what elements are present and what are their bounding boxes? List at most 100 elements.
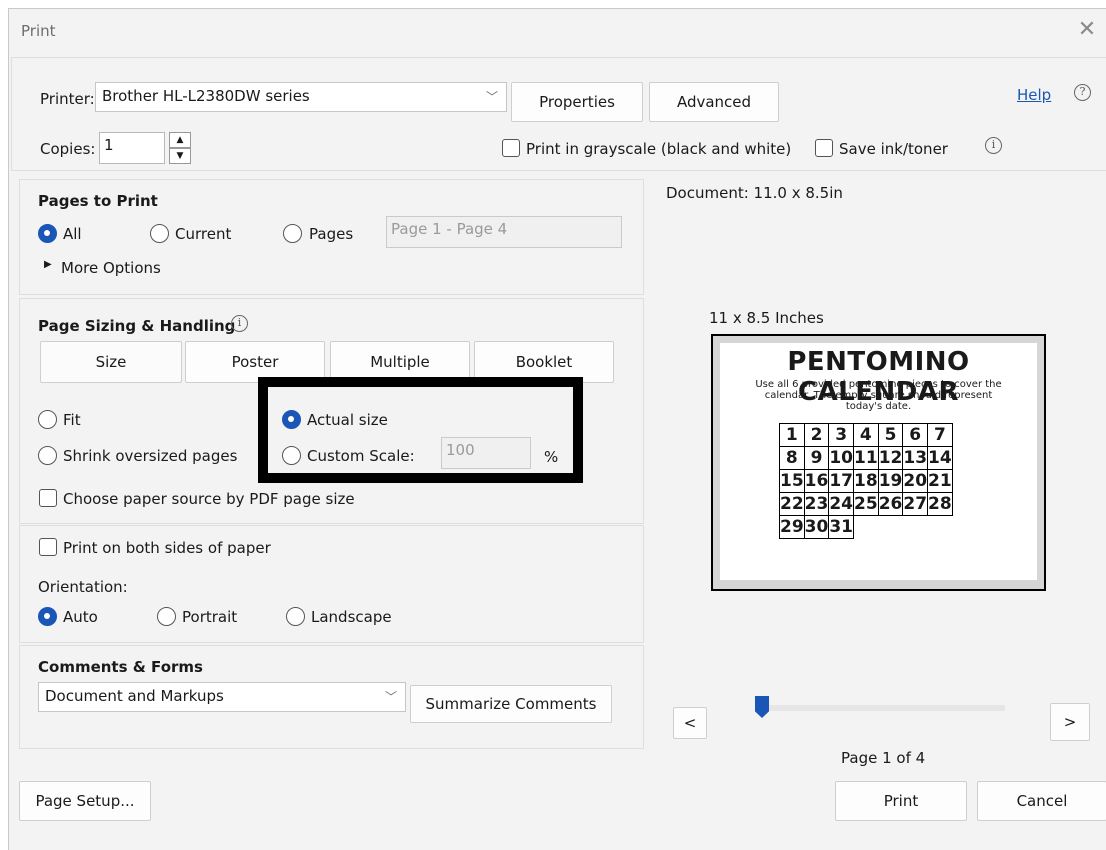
orientation-auto-label: Auto bbox=[63, 608, 98, 626]
highlight-annotation-box bbox=[258, 377, 583, 483]
advanced-button[interactable]: Advanced bbox=[649, 82, 779, 122]
help-link[interactable]: Help bbox=[1017, 86, 1051, 104]
pages-range-label: Pages bbox=[309, 225, 354, 243]
page-preview-content: PENTOMINO CALENDAR Use all 6 provided pe… bbox=[720, 343, 1037, 580]
calendar-day: 20 bbox=[902, 469, 929, 493]
calendar-day: 2 bbox=[803, 423, 830, 447]
grayscale-label: Print in grayscale (black and white) bbox=[526, 140, 792, 158]
calendar-day: 18 bbox=[853, 469, 879, 493]
calendar-empty-cell bbox=[878, 516, 903, 539]
pages-to-print-panel: Pages to Print All Current Pages Page 1 … bbox=[19, 179, 644, 295]
help-question-icon[interactable]: ? bbox=[1074, 84, 1091, 101]
print-button[interactable]: Print bbox=[835, 781, 967, 821]
calendar-row: 1234567 bbox=[779, 423, 953, 447]
comments-forms-select[interactable]: Document and Markups ﹀ bbox=[38, 682, 406, 712]
both-sides-label: Print on both sides of paper bbox=[63, 539, 271, 557]
pages-to-print-title: Pages to Print bbox=[38, 192, 158, 210]
comments-forms-value: Document and Markups bbox=[45, 687, 224, 705]
copies-input[interactable]: 1 bbox=[99, 132, 165, 164]
calendar-day: 17 bbox=[828, 469, 855, 493]
dialog-title: Print bbox=[21, 22, 56, 40]
fit-label: Fit bbox=[63, 411, 81, 429]
copies-increment-button[interactable]: ▲ bbox=[169, 132, 191, 148]
more-options-toggle[interactable]: More Options bbox=[61, 259, 161, 277]
info-icon[interactable]: i bbox=[985, 137, 1002, 154]
orientation-landscape-radio[interactable] bbox=[286, 607, 305, 626]
calendar-empty-cell bbox=[903, 516, 928, 539]
save-ink-label: Save ink/toner bbox=[839, 140, 948, 158]
printer-label: Printer: bbox=[40, 90, 95, 108]
chevron-down-icon: ﹀ bbox=[485, 90, 498, 104]
paper-source-checkbox[interactable] bbox=[39, 489, 57, 507]
summarize-comments-button[interactable]: Summarize Comments bbox=[410, 685, 612, 723]
calendar-row: 22 23 24 25 26 27 28 bbox=[779, 492, 953, 516]
calendar-day: 19 bbox=[877, 469, 904, 493]
calendar-day: 28 bbox=[927, 492, 953, 516]
calendar-day: 25 bbox=[853, 492, 879, 516]
calendar-day: 15 bbox=[779, 469, 805, 493]
orientation-portrait-label: Portrait bbox=[182, 608, 238, 626]
calendar-day: 10 bbox=[828, 446, 855, 470]
printer-select[interactable]: Brother HL-L2380DW series ﹀ bbox=[95, 82, 507, 112]
calendar-day: 21 bbox=[927, 469, 953, 493]
preview-panel: Document: 11.0 x 8.5in 11 x 8.5 Inches P… bbox=[649, 179, 1106, 771]
calendar-day: 13 bbox=[902, 446, 929, 470]
printer-value: Brother HL-L2380DW series bbox=[102, 87, 310, 105]
calendar-subtitle-1: Use all 6 provided pentomino pieces to c… bbox=[755, 379, 1002, 390]
calendar-day: 24 bbox=[828, 492, 855, 516]
calendar-day: 26 bbox=[877, 492, 904, 516]
previous-page-button[interactable]: < bbox=[673, 707, 707, 739]
comments-forms-title: Comments & Forms bbox=[38, 658, 203, 676]
orientation-auto-radio[interactable] bbox=[38, 607, 57, 626]
calendar-day: 29 bbox=[779, 515, 805, 539]
chevron-down-icon: ﹀ bbox=[384, 690, 397, 704]
page-slider-thumb[interactable] bbox=[755, 696, 769, 718]
next-page-button[interactable]: > bbox=[1050, 703, 1090, 741]
paper-size: 11 x 8.5 Inches bbox=[709, 309, 824, 327]
properties-button[interactable]: Properties bbox=[511, 82, 643, 122]
cancel-button[interactable]: Cancel bbox=[977, 781, 1106, 821]
calendar-day: 14 bbox=[927, 446, 953, 470]
current-page-label: Current bbox=[175, 225, 232, 243]
page-setup-button[interactable]: Page Setup... bbox=[19, 781, 151, 821]
orientation-landscape-label: Landscape bbox=[311, 608, 392, 626]
pages-range-input[interactable]: Page 1 - Page 4 bbox=[386, 216, 622, 248]
calendar-day: 16 bbox=[803, 469, 830, 493]
tab-size[interactable]: Size bbox=[40, 341, 182, 383]
page-sizing-info-icon[interactable]: i bbox=[231, 315, 248, 332]
page-slider-track[interactable] bbox=[765, 705, 1005, 711]
fit-radio[interactable] bbox=[38, 410, 57, 429]
shrink-oversized-label: Shrink oversized pages bbox=[63, 447, 238, 465]
print-dialog: Print ✕ Printer: Brother HL-L2380DW seri… bbox=[8, 8, 1106, 850]
calendar-day: 9 bbox=[803, 446, 830, 470]
orientation-portrait-radio[interactable] bbox=[157, 607, 176, 626]
calendar-day: 11 bbox=[853, 446, 879, 470]
page-sizing-title: Page Sizing & Handling bbox=[38, 317, 236, 335]
calendar-empty-cell bbox=[928, 516, 953, 539]
comments-forms-panel: Comments & Forms Document and Markups ﹀ … bbox=[19, 645, 644, 749]
more-options-arrow-icon[interactable]: ▶ bbox=[44, 259, 52, 270]
calendar-day: 7 bbox=[927, 423, 953, 447]
both-sides-checkbox[interactable] bbox=[39, 538, 57, 556]
close-icon[interactable]: ✕ bbox=[1075, 19, 1099, 43]
calendar-day: 22 bbox=[779, 492, 805, 516]
calendar-day: 31 bbox=[828, 515, 855, 539]
all-pages-radio[interactable] bbox=[38, 224, 57, 243]
page-preview: PENTOMINO CALENDAR Use all 6 provided pe… bbox=[711, 334, 1046, 591]
shrink-oversized-radio[interactable] bbox=[38, 446, 57, 465]
calendar-row: 29 30 31 bbox=[779, 515, 953, 539]
save-ink-checkbox[interactable] bbox=[815, 139, 833, 157]
grayscale-checkbox[interactable] bbox=[502, 139, 520, 157]
pages-range-radio[interactable] bbox=[283, 224, 302, 243]
page-indicator: Page 1 of 4 bbox=[841, 749, 926, 767]
copies-decrement-button[interactable]: ▼ bbox=[169, 148, 191, 164]
all-pages-label: All bbox=[63, 225, 82, 243]
calendar-day: 12 bbox=[877, 446, 904, 470]
calendar-row: 8 9 10 11 12 13 14 bbox=[779, 446, 953, 470]
document-size: Document: 11.0 x 8.5in bbox=[666, 184, 843, 202]
calendar-empty-cell bbox=[854, 516, 879, 539]
calendar-day: 6 bbox=[902, 423, 929, 447]
calendar-grid: 1 2 3 4 5 6 7 8 9 10 11 12 13 14 15 16 17 18 19 20 21 22 23 24 2… bbox=[779, 423, 953, 539]
current-page-radio[interactable] bbox=[150, 224, 169, 243]
orientation-panel: Print on both sides of paper Orientation… bbox=[19, 525, 644, 643]
